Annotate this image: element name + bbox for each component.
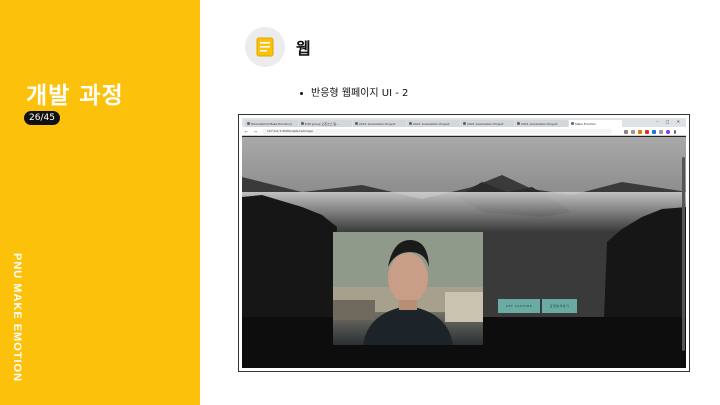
analyze-emotion-button[interactable]: 감정분석하기 [542, 299, 577, 313]
bullet-dot [300, 91, 303, 95]
slide-section-title: 개발 과정 [26, 83, 124, 109]
slide: 개발 과정 26/45 PNU MAKE EMOTION 웹 반응형 웹페이지 … [0, 0, 720, 405]
browser-tab-bar: Tutorial(Pull Make Emotion) Edit group 오… [242, 118, 686, 127]
sidebar: 개발 과정 26/45 PNU MAKE EMOTION [0, 0, 200, 405]
extension-icon[interactable] [659, 130, 663, 134]
webcam-person-image [333, 232, 483, 345]
extension-icon[interactable] [645, 130, 649, 134]
web-page: GET CAPTURE 감정분석하기 [242, 137, 686, 368]
section-title: 웹 [296, 39, 311, 58]
get-capture-button[interactable]: GET CAPTURE [498, 299, 540, 313]
profile-avatar-icon[interactable] [666, 130, 670, 134]
browser-tab[interactable]: 2021 Graduation Project [407, 120, 460, 127]
page-indicator: 26/45 [24, 111, 60, 125]
page-scrollbar[interactable] [682, 157, 685, 351]
window-controls[interactable]: – □ ✕ [656, 119, 683, 124]
extension-icon[interactable] [624, 130, 628, 134]
url-field[interactable]: 127.0.0.1:5000/capture/image [262, 129, 612, 134]
bullet-item: 반응형 웹페이지 UI - 2 [300, 84, 408, 99]
browser-address-bar: ← → ↻ 127.0.0.1:5000/capture/image [242, 127, 686, 136]
browser-tab[interactable]: 2021 Graduation Project [461, 120, 514, 127]
project-vertical-label: PNU MAKE EMOTION [11, 253, 23, 383]
menu-icon[interactable] [674, 130, 676, 134]
webcam-preview [333, 232, 483, 345]
bullet-text: 반응형 웹페이지 UI - 2 [311, 88, 409, 99]
document-list-icon [245, 27, 285, 67]
extension-icon[interactable] [652, 130, 656, 134]
browser-window: Tutorial(Pull Make Emotion) Edit group 오… [242, 118, 686, 368]
browser-tab[interactable]: 2021 Graduation Project [353, 120, 406, 127]
browser-tab[interactable]: Tutorial(Pull Make Emotion) [245, 120, 298, 127]
extension-icon[interactable] [631, 130, 635, 134]
browser-tab-active[interactable]: Make Emotion [569, 120, 622, 127]
browser-tab[interactable]: 2021 Graduation Project [515, 120, 568, 127]
browser-tab[interactable]: Edit group 오픈소스 팀... [299, 120, 352, 127]
extension-icon[interactable] [638, 130, 642, 134]
browser-screenshot: Tutorial(Pull Make Emotion) Edit group 오… [238, 114, 690, 372]
